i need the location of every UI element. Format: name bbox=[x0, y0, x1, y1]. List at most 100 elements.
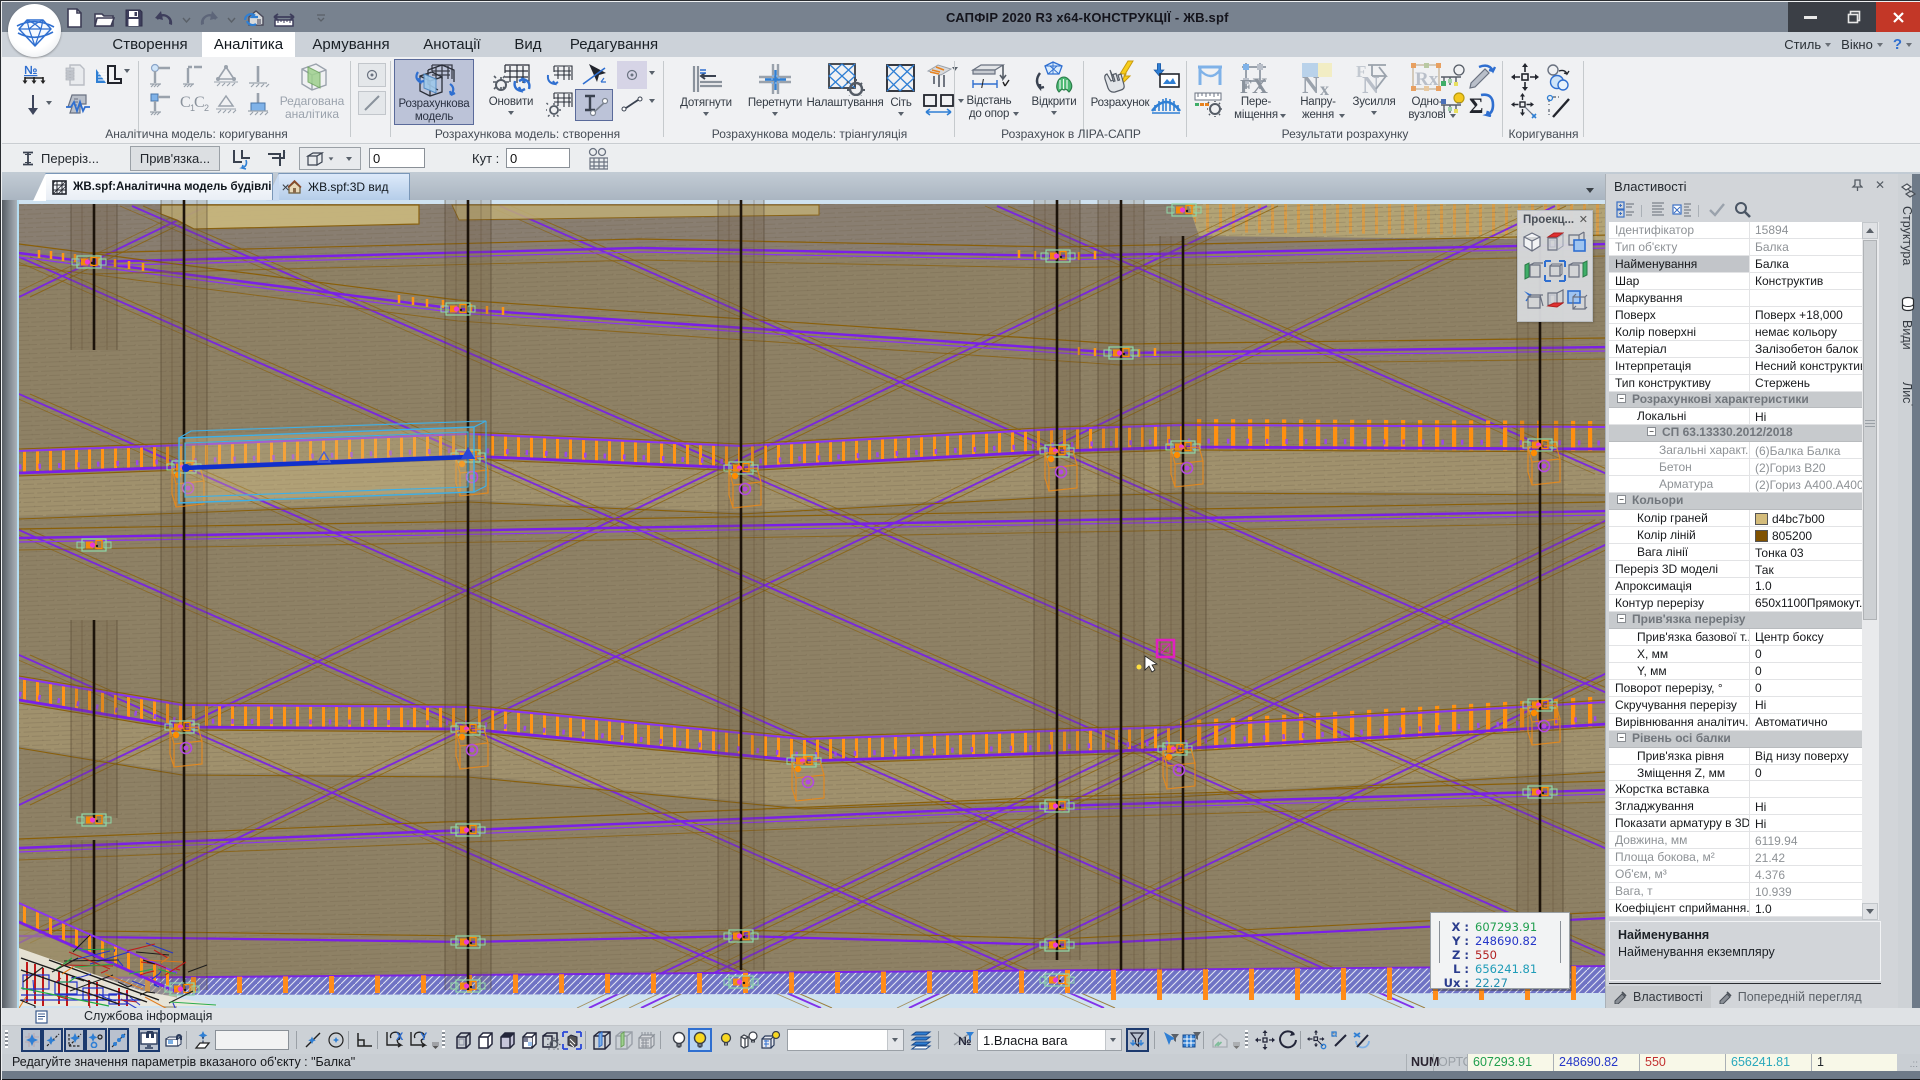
section-button[interactable]: Переріз... bbox=[14, 146, 126, 171]
categorized-view-icon[interactable] bbox=[1616, 201, 1636, 221]
clip-plane-button[interactable] bbox=[612, 1028, 636, 1052]
proj-front-button[interactable] bbox=[1566, 231, 1588, 260]
property-value[interactable]: Ні bbox=[1750, 815, 1862, 831]
stretch-line-button[interactable] bbox=[1328, 1028, 1352, 1052]
property-value[interactable]: 10.939 bbox=[1750, 883, 1862, 899]
proj-back-button[interactable] bbox=[1566, 289, 1588, 318]
property-value[interactable]: 6119.94 bbox=[1750, 832, 1862, 848]
box-bulb-button[interactable] bbox=[736, 1028, 760, 1052]
axis-line-button[interactable] bbox=[358, 91, 386, 115]
update-dropdown-icon[interactable] bbox=[508, 111, 514, 115]
property-value[interactable]: 1.0 bbox=[1750, 900, 1862, 916]
tab-properties[interactable]: Властивості bbox=[1606, 986, 1711, 1008]
bar-mode-dropdown-icon[interactable] bbox=[649, 99, 655, 103]
proj-bottom-button[interactable] bbox=[1544, 289, 1566, 318]
nodes-light-on-icon[interactable] bbox=[1437, 91, 1467, 117]
property-row[interactable]: Поворот перерізу, °0 bbox=[1609, 680, 1862, 697]
properties-close-icon[interactable]: ✕ bbox=[1875, 178, 1885, 192]
property-value[interactable]: 15894 bbox=[1750, 222, 1862, 238]
property-row[interactable]: ЛокальніНі bbox=[1609, 408, 1862, 425]
property-row[interactable]: Маркування bbox=[1609, 290, 1862, 307]
help-dropdown-icon[interactable] bbox=[1906, 43, 1912, 47]
distance-supports-button[interactable]: l Відстань до опор bbox=[957, 59, 1021, 125]
apply-check-icon[interactable] bbox=[1708, 202, 1726, 220]
property-row[interactable]: Коефіцієнт сприймання...1.0 bbox=[1609, 900, 1862, 917]
snap-point-toggle[interactable] bbox=[85, 1028, 107, 1052]
property-value[interactable]: 0 bbox=[1750, 646, 1862, 662]
redo-dropdown-icon[interactable] bbox=[227, 11, 236, 26]
angle-input[interactable] bbox=[506, 148, 570, 168]
property-row[interactable]: Арматура(2)Гориз А400.А400.... bbox=[1609, 476, 1862, 493]
ortho-angle-button[interactable] bbox=[353, 1028, 377, 1052]
close-button[interactable] bbox=[1876, 2, 1920, 32]
section-shape-combo[interactable] bbox=[299, 147, 361, 170]
search-icon[interactable] bbox=[1734, 201, 1752, 222]
property-category-row[interactable]: −Розрахункові характеристики bbox=[1609, 392, 1862, 409]
pan-button[interactable] bbox=[1253, 1028, 1277, 1052]
projection-panel-close-icon[interactable]: ✕ bbox=[1579, 213, 1588, 226]
intersect-dropdown-icon[interactable] bbox=[772, 112, 778, 116]
property-row[interactable]: X, мм0 bbox=[1609, 646, 1862, 663]
property-value[interactable]: 1.0 bbox=[1750, 578, 1862, 594]
property-row[interactable]: Ідентифікатор15894 bbox=[1609, 222, 1862, 239]
property-value[interactable]: (2)Гориз А400.А400.... bbox=[1750, 476, 1862, 492]
property-row[interactable]: Апроксимація1.0 bbox=[1609, 578, 1862, 595]
open-lira-dropdown-icon[interactable] bbox=[1051, 111, 1057, 115]
property-row[interactable]: Тип конструктивуСтержень bbox=[1609, 375, 1862, 392]
property-value[interactable]: 4.376 bbox=[1750, 866, 1862, 882]
edited-analytics-label[interactable]: Редагована аналітика bbox=[264, 95, 360, 121]
snap-intersection-toggle[interactable] bbox=[64, 1028, 85, 1052]
window-dropdown-icon[interactable] bbox=[1877, 43, 1883, 47]
loadcase-combo[interactable]: 1.Власна вага bbox=[977, 1029, 1122, 1051]
property-value[interactable]: Поверх +18,000 bbox=[1750, 307, 1862, 323]
property-value[interactable]: (2)Гориз В20 bbox=[1750, 459, 1862, 475]
layers-button[interactable] bbox=[909, 1028, 933, 1052]
property-value[interactable] bbox=[1750, 781, 1862, 797]
property-value[interactable]: Стержень bbox=[1750, 375, 1862, 391]
view-hidden-button[interactable] bbox=[473, 1028, 497, 1052]
proj-isometric-button[interactable] bbox=[1522, 231, 1544, 260]
triangulation-settings-button[interactable]: Налаштування bbox=[812, 59, 878, 125]
undo-dropdown-icon[interactable] bbox=[182, 11, 191, 26]
property-row[interactable]: Тип об'єктуБалка bbox=[1609, 239, 1862, 256]
property-value[interactable]: Від низу поверху bbox=[1750, 748, 1862, 764]
property-row[interactable]: Прив'язка рівняВід низу поверху bbox=[1609, 748, 1862, 765]
property-row[interactable]: Вага лініїТонка 03 bbox=[1609, 544, 1862, 561]
home-view-button[interactable] bbox=[1208, 1028, 1232, 1052]
move-icon[interactable] bbox=[1511, 63, 1539, 91]
displacement-button[interactable]: XF Пере- міщення bbox=[1227, 59, 1285, 125]
views-panel-icon[interactable] bbox=[1901, 296, 1915, 315]
support-free-icon[interactable] bbox=[180, 63, 206, 89]
trim-line-button[interactable] bbox=[1350, 1028, 1374, 1052]
retaining-wall-icon[interactable] bbox=[94, 63, 124, 89]
collapse-icon[interactable]: − bbox=[1617, 614, 1626, 623]
redo-button[interactable] bbox=[197, 6, 221, 30]
property-row[interactable]: Об'єм, м³4.376 bbox=[1609, 866, 1862, 883]
property-value[interactable]: d4bc7b00 bbox=[1750, 510, 1862, 526]
property-value[interactable]: 805200 bbox=[1750, 527, 1862, 543]
save-button[interactable] bbox=[122, 6, 146, 30]
offset-input[interactable] bbox=[369, 148, 425, 168]
property-value[interactable]: 21.42 bbox=[1750, 849, 1862, 865]
ibeam-axes-button[interactable] bbox=[575, 89, 613, 121]
alphabetical-view-icon[interactable] bbox=[1650, 201, 1666, 221]
orbit-button[interactable] bbox=[1276, 1028, 1300, 1052]
snap-nearest-toggle[interactable] bbox=[108, 1028, 129, 1052]
open-lira-button[interactable]: Відкрити bbox=[1025, 59, 1083, 125]
maximize-button[interactable] bbox=[1832, 2, 1876, 32]
collapse-icon[interactable]: − bbox=[1647, 427, 1656, 436]
grid-stack-button[interactable] bbox=[634, 1028, 658, 1052]
numbering-filter-button[interactable]: № bbox=[952, 1028, 976, 1052]
tabbar-dropdown-icon[interactable] bbox=[1585, 182, 1595, 197]
scroll-down-icon[interactable] bbox=[1862, 903, 1878, 920]
snap-line-toggle[interactable] bbox=[42, 1028, 63, 1052]
doc-tab1-close-icon[interactable]: × bbox=[282, 179, 290, 195]
storey-params-button[interactable] bbox=[580, 146, 614, 171]
bulb-small-button[interactable] bbox=[714, 1028, 738, 1052]
proj-top-button[interactable] bbox=[1544, 231, 1566, 260]
clip-box-button[interactable] bbox=[590, 1028, 614, 1052]
deflection-icon[interactable] bbox=[1195, 63, 1225, 89]
level-plane-button[interactable] bbox=[192, 1028, 216, 1052]
app-logo-icon[interactable] bbox=[8, 4, 61, 57]
property-row[interactable]: ПоверхПоверх +18,000 bbox=[1609, 307, 1862, 324]
